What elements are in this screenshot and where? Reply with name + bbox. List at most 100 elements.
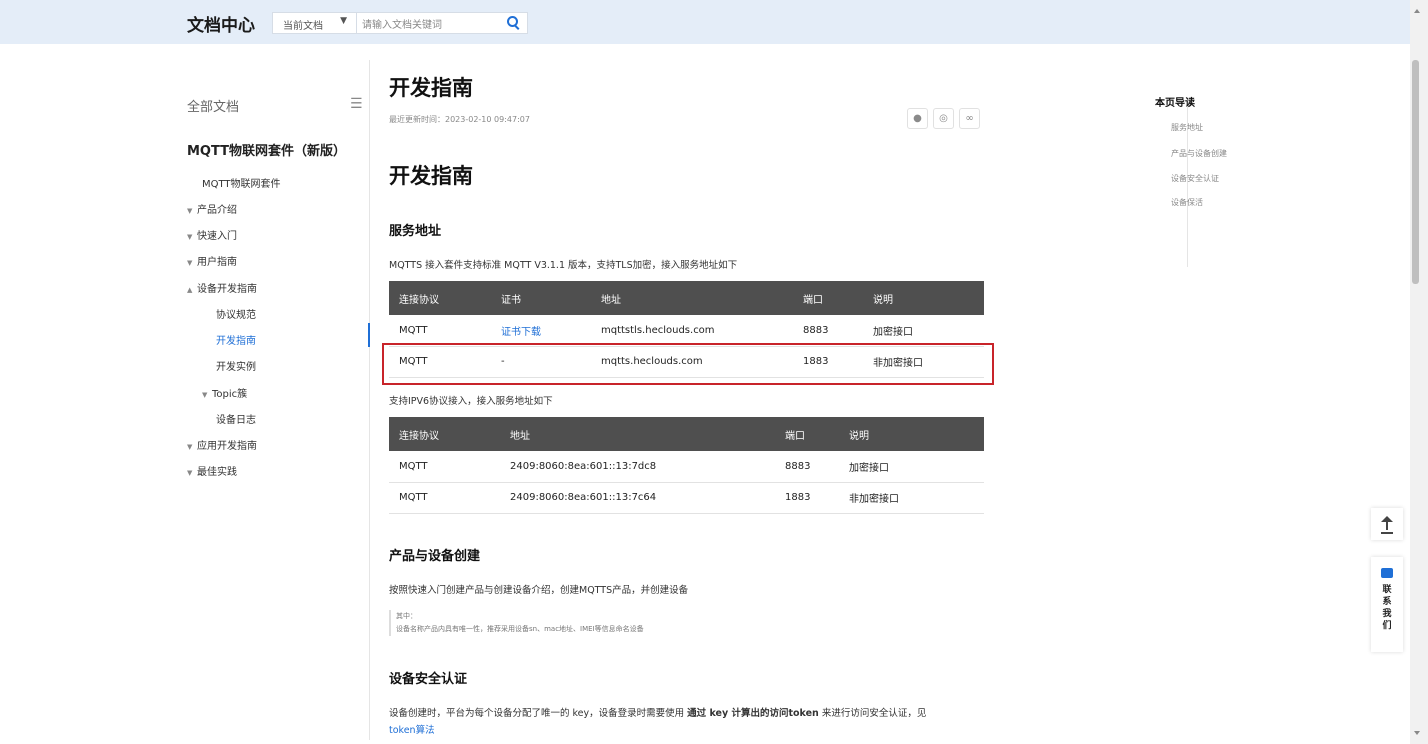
caret-down-icon: ▼	[187, 469, 193, 477]
caret-down-icon: ▼	[202, 391, 208, 399]
section-service-address: 服务地址	[389, 224, 442, 239]
token-algorithm-link[interactable]: token算法	[389, 722, 435, 736]
search-input[interactable]	[357, 15, 487, 36]
table-cell: 8883	[793, 315, 863, 347]
section-security-auth: 设备安全认证	[389, 672, 468, 687]
sidebar-item-best-practice[interactable]: ▼ 最佳实践	[187, 463, 237, 478]
table-cell: 2409:8060:8ea:601::13:7dc8	[500, 451, 775, 483]
toc-item-product-device[interactable]: 产品与设备创建	[1171, 148, 1227, 159]
security-auth-desc: 设备创建时，平台为每个设备分配了唯一的 key，设备登录时需要使用 通过 key…	[389, 705, 989, 719]
table-cell: mqttstls.heclouds.com	[591, 315, 793, 347]
sidebar-item-topic[interactable]: ▼ Topic簇	[202, 385, 247, 400]
sidebar-item-label: MQTT物联网套件	[202, 179, 281, 190]
security-desc-tail: 来进行访问安全认证，见	[818, 708, 927, 719]
table-row: MQTT 2409:8060:8ea:601::13:7dc8 8883 加密接…	[389, 451, 984, 483]
caret-down-icon: ▼	[187, 233, 193, 241]
table-header-row: 连接协议 地址 端口 说明	[389, 417, 984, 451]
column-header: 连接协议	[389, 417, 500, 451]
table-header-row: 连接协议 证书 地址 端口 说明	[389, 281, 984, 315]
highlight-box	[382, 343, 994, 385]
caret-down-icon: ▼	[187, 443, 193, 451]
table-cell: MQTT	[389, 315, 491, 347]
sidebar-item-user-guide[interactable]: ▼ 用户指南	[187, 253, 237, 268]
weibo-share-icon[interactable]: ◎	[933, 108, 954, 129]
search-box	[356, 12, 528, 36]
contact-us-button[interactable]: 联系我们	[1371, 557, 1403, 652]
sidebar-item-label: Topic簇	[212, 389, 248, 400]
note-block: 其中： 设备名称产品内具有唯一性，推荐采用设备sn、mac地址、IMEI等信息命…	[389, 610, 644, 636]
cert-download-link[interactable]: 证书下载	[491, 315, 591, 347]
arrow-up-icon-bar	[1381, 532, 1393, 534]
sidebar-divider	[369, 60, 370, 740]
sidebar-item-label: 设备开发指南	[197, 284, 257, 295]
toc-item-security-auth[interactable]: 设备安全认证	[1171, 173, 1219, 184]
site-logo[interactable]: 文档中心	[187, 11, 255, 36]
sidebar-item-label: 开发指南	[216, 336, 256, 347]
scroll-down-icon[interactable]	[1414, 731, 1420, 735]
toc-item-keepalive[interactable]: 设备保活	[1171, 197, 1203, 208]
sidebar-item-dev-examples[interactable]: 开发实例	[216, 358, 256, 373]
sidebar-item-app-dev-guide[interactable]: ▼ 应用开发指南	[187, 437, 257, 452]
sidebar-item-label: 产品介绍	[197, 205, 237, 216]
security-desc-bold: 通过 key 计算出的访问token	[687, 708, 819, 719]
link-share-icon[interactable]: ∞	[959, 108, 980, 129]
table-cell: MQTT	[389, 451, 500, 483]
column-header: 证书	[491, 281, 591, 315]
table-cell: 加密接口	[863, 315, 984, 347]
active-indicator	[368, 323, 370, 347]
wechat-share-icon[interactable]: ●	[907, 108, 928, 129]
toc-title: 本页导读	[1155, 98, 1195, 109]
chevron-down-icon: ▼	[340, 16, 347, 26]
column-header: 端口	[775, 417, 839, 451]
service-address-desc: MQTTS 接入套件支持标准 MQTT V3.1.1 版本，支持TLS加密，接入…	[389, 260, 738, 271]
sidebar-item-quickstart[interactable]: ▼ 快速入门	[187, 227, 237, 242]
column-header: 连接协议	[389, 281, 491, 315]
chat-icon	[1381, 568, 1393, 578]
scope-select-label: 当前文档	[283, 21, 323, 32]
scrollbar-thumb[interactable]	[1412, 60, 1419, 284]
caret-down-icon: ▼	[187, 259, 193, 267]
caret-down-icon: ▼	[187, 207, 193, 215]
all-docs-link[interactable]: 全部文档	[187, 96, 239, 115]
column-header: 说明	[863, 281, 984, 315]
table-cell: 非加密接口	[839, 482, 984, 514]
last-updated: 最近更新时间：2023-02-10 09:47:07	[389, 115, 530, 124]
top-bar: 文档中心 当前文档 ▼	[0, 0, 1410, 44]
sidebar-item-protocol-spec[interactable]: 协议规范	[216, 306, 256, 321]
sidebar-item-device-dev-guide[interactable]: ▲ 设备开发指南	[187, 280, 257, 295]
note-text: 设备名称产品内具有唯一性，推荐采用设备sn、mac地址、IMEI等信息命名设备	[396, 625, 644, 633]
sidebar-item-label: 快速入门	[197, 231, 237, 242]
scope-select[interactable]: 当前文档 ▼	[272, 12, 357, 34]
contact-us-label: 联系我们	[1382, 585, 1392, 631]
sidebar-item-mqtt-suite[interactable]: MQTT物联网套件	[202, 175, 281, 190]
page-title: 开发指南	[389, 76, 473, 100]
scroll-up-icon[interactable]	[1414, 9, 1420, 13]
column-header: 地址	[591, 281, 793, 315]
search-icon[interactable]	[507, 16, 518, 27]
sidebar-item-label: 最佳实践	[197, 467, 237, 478]
sidebar-item-label: 开发实例	[216, 362, 256, 373]
back-to-top-button[interactable]	[1371, 508, 1403, 540]
table-row: MQTT 2409:8060:8ea:601::13:7c64 1883 非加密…	[389, 482, 984, 514]
sidebar-item-label: 设备日志	[216, 415, 256, 426]
column-header: 端口	[793, 281, 863, 315]
sidebar-item-dev-guide[interactable]: 开发指南	[216, 332, 256, 347]
sidebar-item-label: 用户指南	[197, 257, 237, 268]
security-desc-text: 设备创建时，平台为每个设备分配了唯一的 key，设备登录时需要使用	[389, 708, 688, 719]
menu-icon[interactable]: ☰	[350, 96, 363, 112]
sidebar-product-title[interactable]: MQTT物联网套件（新版）	[187, 140, 346, 159]
product-device-desc: 按照快速入门创建产品与创建设备介绍，创建MQTTS产品，并创建设备	[389, 585, 689, 596]
arrow-up-icon-shaft	[1386, 520, 1388, 530]
table-cell: MQTT	[389, 482, 500, 514]
page-toc: 本页导读	[1155, 94, 1195, 109]
toc-item-service-address[interactable]: 服务地址	[1171, 122, 1203, 133]
sidebar-item-label: 应用开发指南	[197, 441, 257, 452]
table-row: MQTT 证书下载 mqttstls.heclouds.com 8883 加密接…	[389, 315, 984, 347]
sidebar: 全部文档 ☰ MQTT物联网套件（新版） MQTT物联网套件 ▼ 产品介绍 ▼ 快速…	[175, 60, 370, 740]
note-label: 其中：	[396, 612, 417, 620]
table-cell: 1883	[775, 482, 839, 514]
table-cell: 8883	[775, 451, 839, 483]
sidebar-item-device-log[interactable]: 设备日志	[216, 411, 256, 426]
sidebar-item-product-intro[interactable]: ▼ 产品介绍	[187, 201, 237, 216]
sidebar-item-label: 协议规范	[216, 310, 256, 321]
